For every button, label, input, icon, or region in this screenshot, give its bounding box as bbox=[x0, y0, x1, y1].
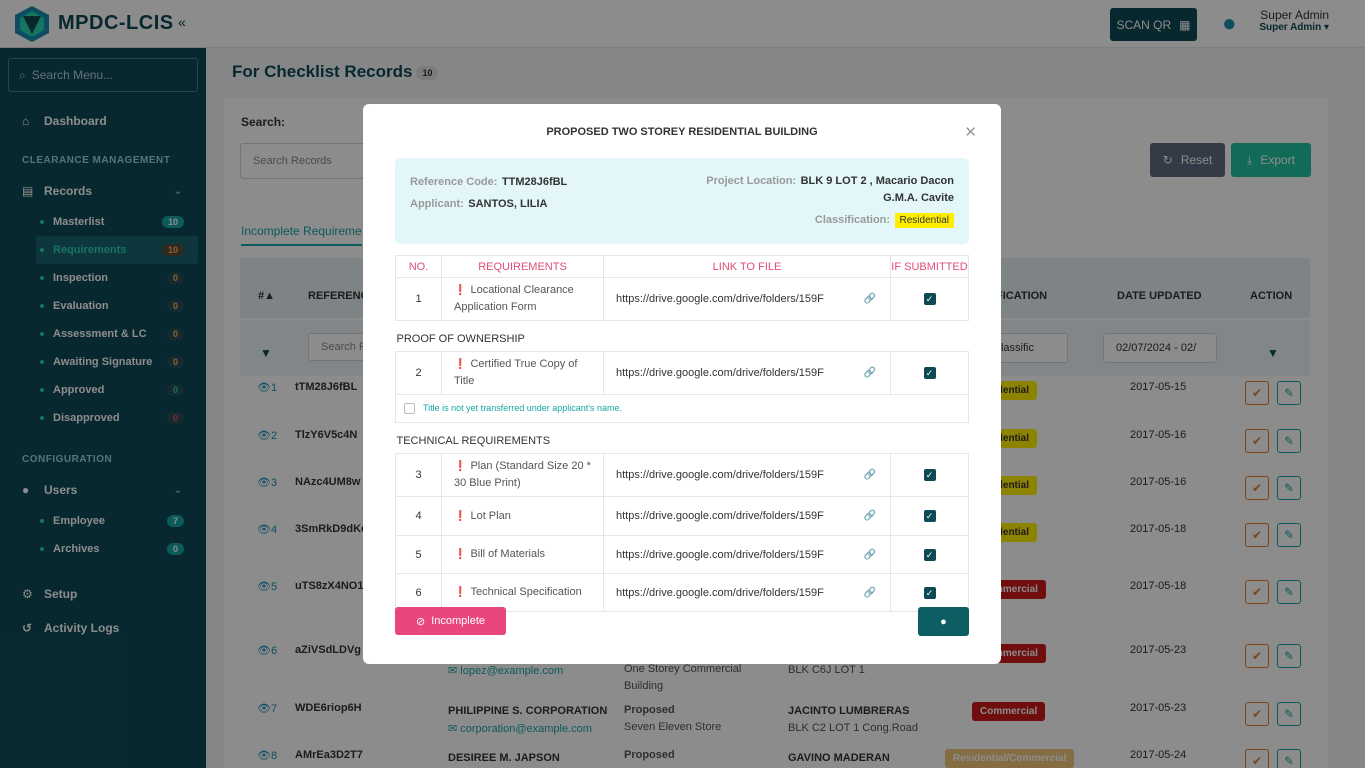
submitted-checkbox[interactable]: ✓ bbox=[923, 469, 936, 481]
requirement-row: 5 ❗ Bill of Materials https://drive.googl… bbox=[395, 535, 969, 574]
requirement-row: 2 ❗ Certified True Copy of Title https://… bbox=[395, 351, 969, 395]
submitted-checkbox[interactable]: ✓ bbox=[923, 293, 936, 305]
project-location: BLK 9 LOT 2 , Macario Dacon bbox=[800, 175, 954, 187]
alert-icon: ❗ bbox=[454, 549, 467, 560]
alert-icon: ❗ bbox=[454, 587, 467, 598]
file-link[interactable]: https://drive.google.com/drive/folders/1… bbox=[616, 367, 824, 379]
section-row: PROOF OF OWNERSHIP bbox=[395, 320, 969, 352]
link-icon[interactable]: 🔗 bbox=[864, 368, 876, 379]
link-icon[interactable]: 🔗 bbox=[864, 549, 876, 560]
requirement-row: 6 ❗ Technical Specification https://drive… bbox=[395, 573, 969, 612]
reference-code: TTM28J6fBL bbox=[501, 176, 568, 188]
alert-icon: ❗ bbox=[454, 461, 467, 472]
requirement-row: 3 ❗ Plan (Standard Size 20 * 30 Blue Prin… bbox=[395, 453, 969, 497]
submitted-checkbox[interactable]: ✓ bbox=[923, 586, 936, 599]
classification-badge: Residential bbox=[894, 213, 954, 228]
file-link[interactable]: https://drive.google.com/drive/folders/1… bbox=[616, 587, 824, 599]
col-requirements: REQUIREMENTS bbox=[441, 255, 604, 278]
applicant-name: SANTOS, LILIA bbox=[468, 198, 548, 210]
record-info-panel: Reference Code: TTM28J6fBL Applicant: SA… bbox=[395, 158, 969, 244]
incomplete-button[interactable]: ⊘ Incomplete bbox=[395, 607, 506, 635]
alert-icon: ❗ bbox=[454, 359, 467, 370]
alert-icon: ❗ bbox=[454, 285, 467, 296]
col-no: NO. bbox=[395, 255, 442, 278]
submitted-checkbox[interactable]: ✓ bbox=[923, 367, 936, 379]
check-circle-icon: ● bbox=[940, 615, 947, 628]
col-link: LINK TO FILE bbox=[603, 255, 891, 278]
col-submitted: IF SUBMITTED bbox=[890, 255, 969, 278]
link-icon[interactable]: 🔗 bbox=[864, 511, 876, 522]
ban-icon: ⊘ bbox=[415, 615, 426, 628]
note-checkbox[interactable] bbox=[404, 403, 415, 415]
link-icon[interactable]: 🔗 bbox=[864, 470, 876, 481]
section-row: TECHNICAL REQUIREMENTS bbox=[395, 422, 969, 454]
modal-title: PROPOSED TWO STOREY RESIDENTIAL BUILDING bbox=[546, 126, 818, 138]
alert-icon: ❗ bbox=[454, 510, 467, 522]
file-link[interactable]: https://drive.google.com/drive/folders/1… bbox=[616, 549, 824, 561]
file-link[interactable]: https://drive.google.com/drive/folders/1… bbox=[616, 293, 824, 305]
link-icon[interactable]: 🔗 bbox=[864, 587, 876, 598]
submitted-checkbox[interactable]: ✓ bbox=[923, 510, 936, 522]
link-icon[interactable]: 🔗 bbox=[864, 294, 876, 305]
requirement-row: 1 ❗ Locational Clearance Application Form… bbox=[395, 277, 969, 321]
close-icon[interactable]: ✕ bbox=[964, 123, 977, 141]
file-link[interactable]: https://drive.google.com/drive/folders/1… bbox=[616, 510, 824, 522]
requirement-row: 4 ❗ Lot Plan https://drive.google.com/dri… bbox=[395, 496, 969, 536]
submitted-checkbox[interactable]: ✓ bbox=[923, 548, 936, 561]
requirements-table: NO. REQUIREMENTS LINK TO FILE IF SUBMITT… bbox=[395, 255, 969, 612]
note-row: Title is not yet transferred under appli… bbox=[395, 394, 969, 423]
file-link[interactable]: https://drive.google.com/drive/folders/1… bbox=[616, 469, 824, 481]
requirements-modal: PROPOSED TWO STOREY RESIDENTIAL BUILDING… bbox=[363, 104, 1001, 664]
confirm-button[interactable]: ● bbox=[918, 607, 969, 636]
